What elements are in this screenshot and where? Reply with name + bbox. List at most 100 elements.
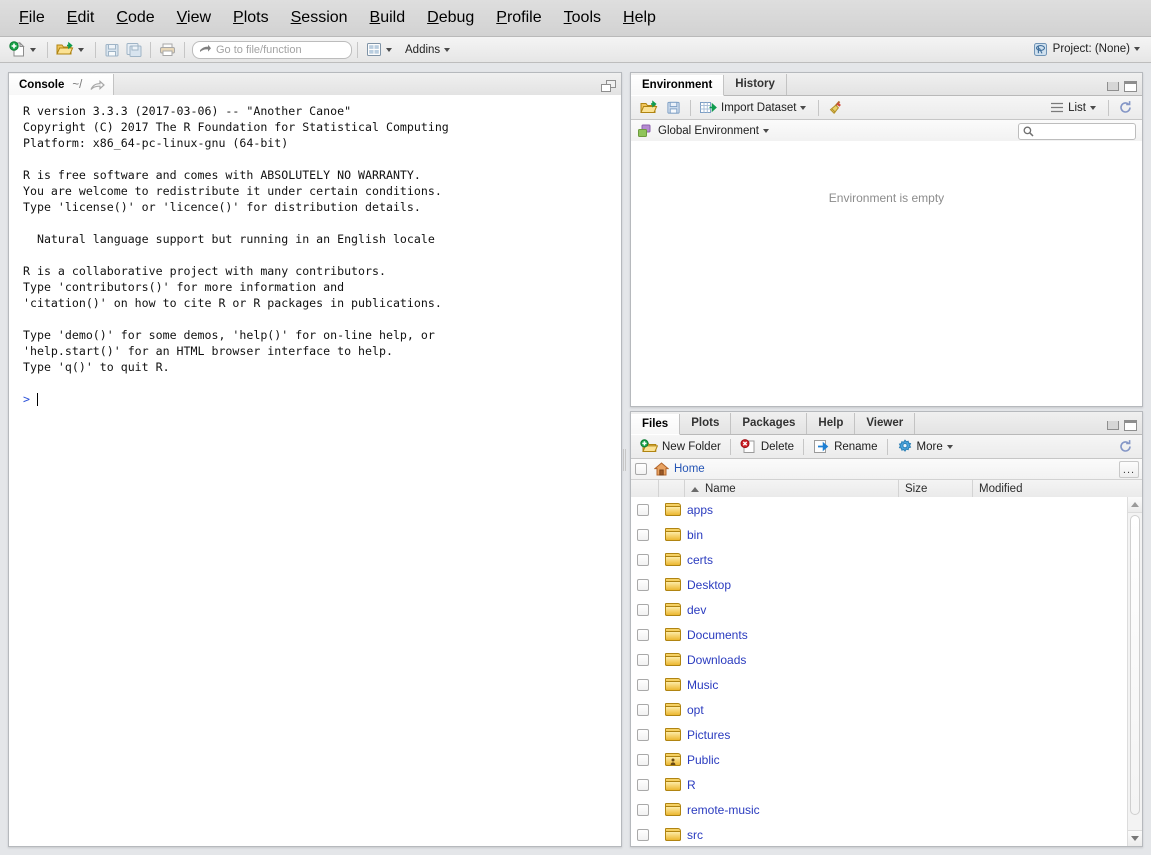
table-row[interactable]: apps xyxy=(631,497,1142,522)
maximize-icon[interactable] xyxy=(1124,81,1137,92)
menu-profile[interactable]: Profile xyxy=(485,6,552,30)
tab-files[interactable]: Files xyxy=(631,414,681,435)
menu-help[interactable]: Help xyxy=(612,6,667,30)
file-name-link[interactable]: R xyxy=(687,778,696,792)
table-row[interactable]: Public xyxy=(631,747,1142,772)
clear-workspace-button[interactable] xyxy=(824,97,848,118)
path-more-button[interactable]: ... xyxy=(1119,461,1139,478)
file-name-link[interactable]: Public xyxy=(687,753,720,767)
row-checkbox[interactable] xyxy=(637,728,649,741)
delete-button[interactable]: Delete xyxy=(736,436,798,457)
row-checkbox[interactable] xyxy=(637,578,649,591)
pane-splitter[interactable] xyxy=(620,72,629,847)
row-checkbox[interactable] xyxy=(637,503,649,516)
file-name-link[interactable]: dev xyxy=(687,603,706,617)
file-name-link[interactable]: Documents xyxy=(687,628,748,642)
environment-search-input[interactable] xyxy=(1018,123,1136,140)
more-button[interactable]: More xyxy=(893,436,960,457)
maximize-icon[interactable] xyxy=(1124,420,1137,431)
tab-environment[interactable]: Environment xyxy=(631,75,725,96)
scroll-down-button[interactable] xyxy=(1128,830,1142,846)
rename-button[interactable]: Rename xyxy=(809,436,881,457)
menu-view[interactable]: View xyxy=(166,6,222,30)
refresh-environment-button[interactable] xyxy=(1114,97,1137,118)
tab-console[interactable]: Console ~/ xyxy=(9,74,115,96)
file-name-link[interactable]: Pictures xyxy=(687,728,730,742)
file-name-link[interactable]: bin xyxy=(687,528,703,542)
tab-history[interactable]: History xyxy=(724,74,787,95)
row-checkbox[interactable] xyxy=(637,653,649,666)
menu-plots[interactable]: Plots xyxy=(222,6,280,30)
file-name-link[interactable]: remote-music xyxy=(687,803,760,817)
row-checkbox[interactable] xyxy=(637,553,649,566)
load-workspace-button[interactable] xyxy=(636,97,662,118)
row-checkbox[interactable] xyxy=(637,603,649,616)
save-workspace-button[interactable] xyxy=(662,97,685,118)
chevron-down-icon[interactable] xyxy=(763,129,769,133)
scrollbar-thumb[interactable] xyxy=(1130,515,1140,815)
new-file-button[interactable] xyxy=(6,38,42,61)
menu-debug[interactable]: Debug xyxy=(416,6,485,30)
file-name-link[interactable]: certs xyxy=(687,553,713,567)
table-row[interactable]: Pictures xyxy=(631,722,1142,747)
project-indicator[interactable]: Project: (None) xyxy=(1031,39,1145,59)
table-row[interactable]: Desktop xyxy=(631,572,1142,597)
row-checkbox[interactable] xyxy=(637,753,649,766)
files-scrollbar[interactable] xyxy=(1127,497,1142,846)
tab-plots[interactable]: Plots xyxy=(680,413,732,434)
print-button[interactable] xyxy=(156,38,179,61)
new-folder-button[interactable]: New Folder xyxy=(636,436,725,457)
save-all-button[interactable] xyxy=(123,38,145,61)
open-file-button[interactable] xyxy=(53,38,90,61)
table-row[interactable]: Documents xyxy=(631,622,1142,647)
menu-session[interactable]: Session xyxy=(280,6,359,30)
file-name-link[interactable]: Desktop xyxy=(687,578,731,592)
import-dataset-button[interactable]: Import Dataset xyxy=(696,97,813,118)
row-checkbox[interactable] xyxy=(637,703,649,716)
row-checkbox[interactable] xyxy=(637,678,649,691)
row-checkbox[interactable] xyxy=(637,803,649,816)
table-row[interactable]: Music xyxy=(631,672,1142,697)
tab-packages[interactable]: Packages xyxy=(731,413,808,434)
goto-file-function-input[interactable]: Go to file/function xyxy=(192,40,352,59)
table-row[interactable]: dev xyxy=(631,597,1142,622)
menu-build[interactable]: Build xyxy=(359,6,417,30)
open-in-new-window-icon[interactable] xyxy=(90,79,106,91)
row-checkbox[interactable] xyxy=(637,778,649,791)
table-row[interactable]: src xyxy=(631,822,1142,846)
workspace-panes-button[interactable] xyxy=(363,38,398,61)
file-name-link[interactable]: src xyxy=(687,828,703,842)
addins-button[interactable]: Addins xyxy=(398,38,456,61)
scroll-up-button[interactable] xyxy=(1128,497,1142,513)
menu-code[interactable]: Code xyxy=(105,6,165,30)
minimize-icon[interactable] xyxy=(1107,82,1119,91)
menu-tools[interactable]: Tools xyxy=(553,6,612,30)
restore-icon[interactable] xyxy=(601,80,616,92)
select-all-checkbox[interactable] xyxy=(635,463,647,475)
file-name-link[interactable]: apps xyxy=(687,503,713,517)
table-row[interactable]: certs xyxy=(631,547,1142,572)
tab-help[interactable]: Help xyxy=(807,413,856,434)
refresh-files-button[interactable] xyxy=(1114,436,1137,457)
view-mode-button[interactable]: List xyxy=(1046,97,1103,118)
table-row[interactable]: bin xyxy=(631,522,1142,547)
menu-file[interactable]: File xyxy=(8,6,56,30)
row-checkbox-cell xyxy=(637,678,659,691)
row-checkbox[interactable] xyxy=(637,628,649,641)
console-body[interactable]: R version 3.3.3 (2017-03-06) -- "Another… xyxy=(9,95,621,846)
table-row[interactable]: R xyxy=(631,772,1142,797)
row-checkbox[interactable] xyxy=(637,528,649,541)
console-prompt-line[interactable]: > xyxy=(23,391,611,407)
tab-viewer[interactable]: Viewer xyxy=(855,413,916,434)
table-row[interactable]: remote-music xyxy=(631,797,1142,822)
table-row[interactable]: opt xyxy=(631,697,1142,722)
breadcrumb-home[interactable]: Home xyxy=(674,463,705,475)
file-name-link[interactable]: Downloads xyxy=(687,653,746,667)
minimize-icon[interactable] xyxy=(1107,421,1119,430)
row-checkbox[interactable] xyxy=(637,828,649,841)
file-name-link[interactable]: opt xyxy=(687,703,704,717)
save-button[interactable] xyxy=(101,38,123,61)
file-name-link[interactable]: Music xyxy=(687,678,718,692)
menu-edit[interactable]: Edit xyxy=(56,6,106,30)
table-row[interactable]: Downloads xyxy=(631,647,1142,672)
